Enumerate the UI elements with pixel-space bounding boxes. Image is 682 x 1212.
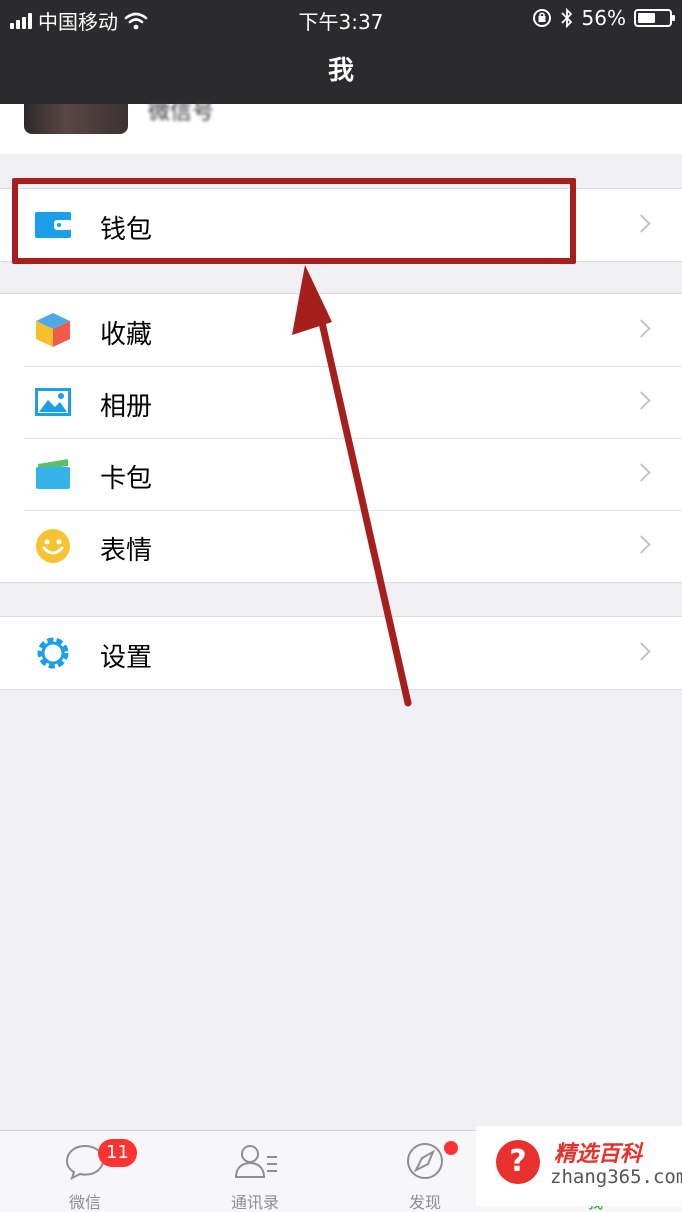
gear-icon — [37, 637, 69, 669]
menu-item-cards[interactable]: 卡包 — [0, 438, 682, 510]
menu-item-stickers[interactable]: 表情 — [0, 510, 682, 582]
bluetooth-icon — [560, 8, 572, 28]
watermark-title: 精选百科 — [554, 1142, 643, 1167]
menu-label: 设置 — [100, 643, 153, 673]
menu-label: 卡包 — [100, 464, 153, 494]
chevron-right-icon — [632, 319, 651, 338]
menu-label: 钱包 — [100, 215, 153, 245]
page-title: 我 — [327, 56, 354, 86]
compass-icon — [407, 1143, 443, 1179]
tab-contacts[interactable]: 通讯录 — [170, 1131, 340, 1212]
wallet-group: 钱包 — [0, 188, 682, 262]
new-indicator-dot — [444, 1141, 458, 1155]
watermark-domain: zhang365.com — [550, 1166, 682, 1188]
photo-icon — [35, 388, 71, 416]
question-icon: ? — [496, 1140, 540, 1184]
tab-chats[interactable]: 11 微信 — [0, 1131, 170, 1212]
smiley-icon — [36, 529, 70, 563]
tab-label: 微信 — [68, 1193, 101, 1212]
cube-icon — [36, 313, 70, 347]
battery-level — [638, 13, 655, 23]
menu-item-settings[interactable]: 设置 — [0, 617, 682, 689]
settings-group: 设置 — [0, 616, 682, 690]
chevron-right-icon — [632, 535, 651, 554]
menu-item-favorites[interactable]: 收藏 — [0, 294, 682, 366]
status-bar: 中国移动 下午3:37 56% — [0, 0, 682, 36]
chevron-right-icon — [632, 642, 651, 661]
unread-badge: 11 — [98, 1139, 137, 1167]
rotation-lock-icon — [532, 9, 551, 27]
watermark-logo: ? 精选百科 zhang365.com — [476, 1126, 682, 1206]
contacts-icon — [234, 1145, 277, 1178]
profile-card[interactable]: 微信号 — [0, 100, 682, 154]
wallet-icon — [35, 212, 72, 238]
top-bar: 中国移动 下午3:37 56% 我 — [0, 0, 682, 104]
wechat-id: 微信号 — [148, 100, 215, 125]
card-holder-icon — [36, 459, 70, 489]
menu-label: 表情 — [100, 536, 153, 566]
chevron-right-icon — [632, 463, 651, 482]
chevron-right-icon — [632, 214, 651, 233]
menu-label: 相册 — [100, 392, 153, 422]
status-right: 56% — [532, 6, 675, 30]
chevron-right-icon — [632, 391, 651, 410]
annotation-arrow — [292, 265, 412, 707]
battery-percent: 56% — [581, 6, 626, 30]
menu-item-wallet[interactable]: 钱包 — [0, 189, 682, 261]
battery-icon — [634, 9, 675, 27]
menu-item-album[interactable]: 相册 — [0, 366, 682, 438]
menu-label: 收藏 — [100, 320, 153, 350]
tab-label: 通讯录 — [230, 1193, 279, 1212]
features-group: 收藏 相册 卡包 表情 — [0, 293, 682, 583]
avatar — [24, 104, 128, 134]
